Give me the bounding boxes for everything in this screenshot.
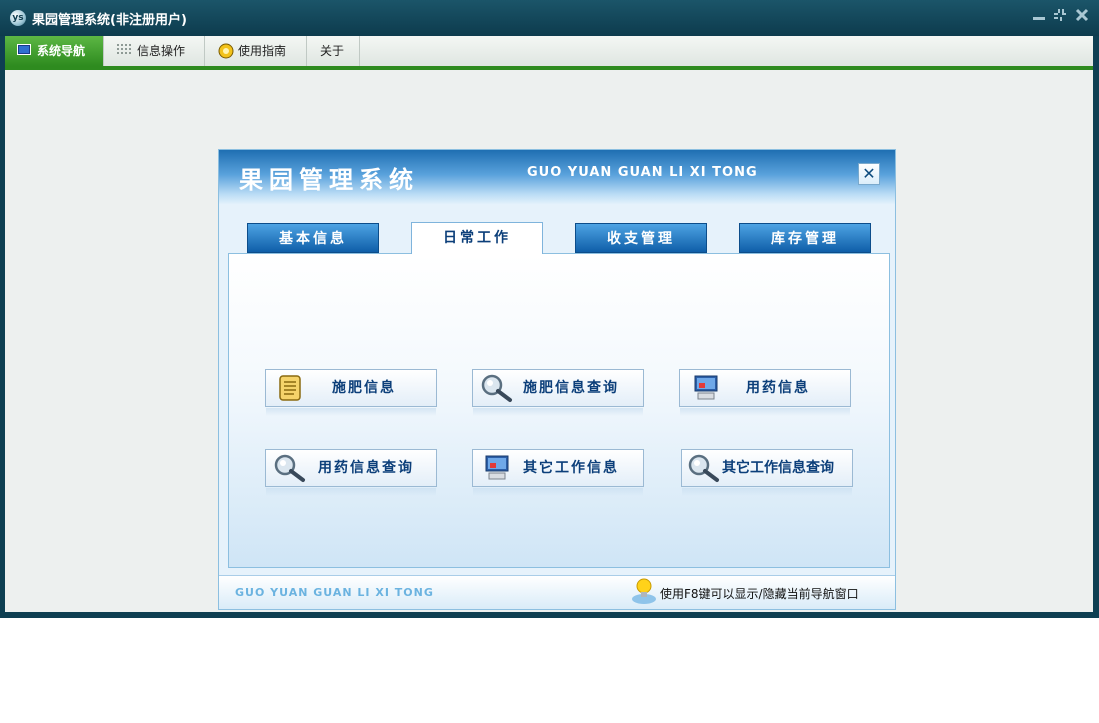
button-label: 用药信息 bbox=[746, 380, 810, 396]
restore-icon[interactable] bbox=[1052, 7, 1068, 27]
button-label: 施肥信息 bbox=[332, 380, 396, 396]
tab-system-navigation[interactable]: 系统导航 bbox=[5, 36, 104, 66]
magnifier-icon bbox=[479, 373, 512, 403]
tab-income-expense[interactable]: 收支管理 bbox=[575, 223, 707, 253]
navigation-dialog: 果园管理系统 GUO YUAN GUAN LI XI TONG ✕ 基本信息 日… bbox=[218, 149, 896, 610]
lightbulb-icon bbox=[631, 577, 657, 607]
title-bar[interactable]: ys 果园管理系统(非注册用户) bbox=[0, 0, 1099, 36]
magnifier-icon bbox=[272, 453, 305, 483]
button-label: 施肥信息查询 bbox=[523, 380, 619, 396]
window-title: 果园管理系统(非注册用户) bbox=[32, 13, 187, 28]
other-work-info-button[interactable]: 其它工作信息 bbox=[472, 449, 644, 496]
tab-label: 系统导航 bbox=[37, 44, 86, 58]
other-work-query-button[interactable]: 其它工作信息查询 bbox=[681, 449, 853, 496]
dialog-subtitle: GUO YUAN GUAN LI XI TONG bbox=[527, 165, 758, 180]
button-label: 其它工作信息 bbox=[523, 460, 619, 476]
computer-icon bbox=[692, 373, 722, 403]
computer-icon bbox=[483, 453, 513, 483]
tab-label: 信息操作 bbox=[137, 44, 186, 58]
dialog-close-button[interactable]: ✕ bbox=[858, 163, 880, 185]
grid-icon bbox=[117, 37, 131, 54]
medicine-info-button[interactable]: 用药信息 bbox=[679, 369, 851, 416]
dialog-footer: GUO YUAN GUAN LI XI TONG 使用F8键可以显示/隐藏当前导… bbox=[219, 575, 895, 609]
close-icon: ✕ bbox=[862, 164, 876, 183]
tab-label: 关于 bbox=[320, 44, 345, 58]
tab-about[interactable]: 关于 bbox=[308, 36, 360, 66]
monitor-icon bbox=[17, 37, 31, 55]
dialog-title: 果园管理系统 bbox=[239, 165, 419, 194]
dialog-header: 果园管理系统 GUO YUAN GUAN LI XI TONG ✕ bbox=[219, 150, 895, 205]
close-icon[interactable] bbox=[1074, 7, 1090, 27]
app-logo-icon: ys bbox=[10, 10, 26, 26]
tab-info-operation[interactable]: 信息操作 bbox=[105, 36, 205, 66]
document-icon bbox=[276, 373, 306, 403]
minimize-icon[interactable] bbox=[1031, 7, 1047, 27]
button-reflection bbox=[266, 408, 436, 416]
magnifier-icon bbox=[686, 453, 719, 483]
button-reflection bbox=[680, 408, 850, 416]
footer-brand: GUO YUAN GUAN LI XI TONG bbox=[235, 586, 434, 599]
tab-basic-info[interactable]: 基本信息 bbox=[247, 223, 379, 253]
tab-daily-work[interactable]: 日常工作 bbox=[411, 222, 543, 254]
button-reflection bbox=[473, 408, 643, 416]
help-icon bbox=[218, 37, 234, 59]
button-reflection bbox=[473, 488, 643, 496]
fertilize-query-button[interactable]: 施肥信息查询 bbox=[472, 369, 644, 416]
tab-inventory[interactable]: 库存管理 bbox=[739, 223, 871, 253]
f8-hint-text: 使用F8键可以显示/隐藏当前导航窗口 bbox=[660, 587, 859, 601]
tab-user-guide[interactable]: 使用指南 bbox=[206, 36, 307, 66]
button-label: 其它工作信息查询 bbox=[722, 460, 834, 476]
menu-bar: 系统导航 信息操作 使用指南 关于 bbox=[5, 36, 1093, 66]
tab-label: 使用指南 bbox=[238, 44, 287, 58]
medicine-query-button[interactable]: 用药信息查询 bbox=[265, 449, 437, 496]
fertilize-info-button[interactable]: 施肥信息 bbox=[265, 369, 437, 416]
tab-panel: 施肥信息 施肥信息查询 用药信息 用药信息查询 其它工作信息 其它工作信息查询 bbox=[228, 253, 890, 568]
button-label: 用药信息查询 bbox=[318, 460, 414, 476]
button-reflection bbox=[266, 488, 436, 496]
app-window: ys 果园管理系统(非注册用户) 系统导航 信息操作 使用指南 关于 果园管理系… bbox=[0, 0, 1099, 618]
button-reflection bbox=[682, 488, 852, 496]
